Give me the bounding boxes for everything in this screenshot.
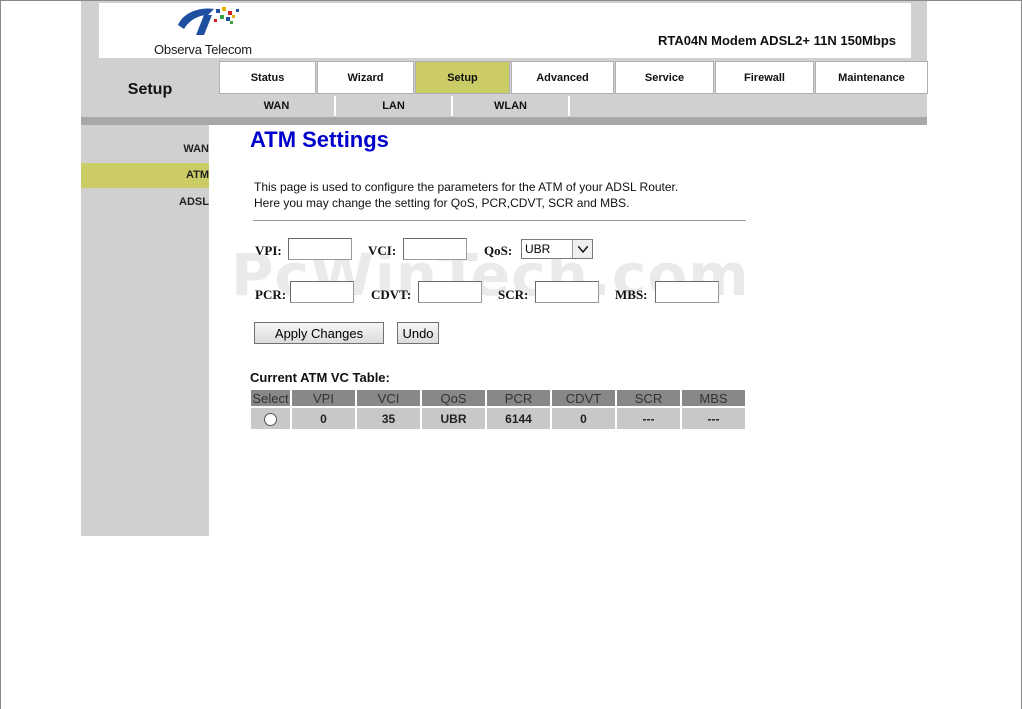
brand-logo: Observa Telecom xyxy=(154,5,264,57)
sidebar-item-adsl[interactable]: ADSL xyxy=(81,190,209,215)
subtab-wlan[interactable]: WLAN xyxy=(453,96,570,116)
qos-selected-value: UBR xyxy=(525,242,551,256)
vci-input[interactable] xyxy=(403,238,467,260)
table-row: 0 35 UBR 6144 0 --- --- xyxy=(251,408,745,429)
tab-firewall[interactable]: Firewall xyxy=(715,61,814,94)
tab-advanced[interactable]: Advanced xyxy=(511,61,614,94)
column-header-scr: SCR xyxy=(617,390,680,406)
cell-pcr: 6144 xyxy=(487,408,550,429)
qos-label: QoS: xyxy=(484,243,513,258)
divider xyxy=(253,220,746,221)
main-nav: Status Wizard Setup Advanced Service Fir… xyxy=(219,61,929,94)
cdvt-label: CDVT: xyxy=(371,287,412,302)
subtab-wan[interactable]: WAN xyxy=(219,96,336,116)
row-select-radio[interactable] xyxy=(264,412,277,426)
sidebar: WAN ATM ADSL xyxy=(81,125,209,536)
brand-name: Observa Telecom xyxy=(154,42,252,57)
description-line-1: This page is used to configure the param… xyxy=(254,180,679,194)
chevron-down-icon[interactable] xyxy=(572,240,592,258)
mbs-input[interactable] xyxy=(655,281,719,303)
select-cell xyxy=(251,408,290,429)
page-title: ATM Settings xyxy=(250,127,389,152)
cell-qos: UBR xyxy=(422,408,485,429)
tab-wizard[interactable]: Wizard xyxy=(317,61,414,94)
logo-icon xyxy=(178,7,239,35)
description-line-2: Here you may change the setting for QoS,… xyxy=(254,196,630,210)
column-header-pcr: PCR xyxy=(487,390,550,406)
page-description: This page is used to configure the param… xyxy=(254,179,678,211)
sub-nav: WAN LAN WLAN xyxy=(219,96,570,116)
nav-divider xyxy=(81,117,927,125)
scr-label: SCR: xyxy=(498,287,529,302)
cell-vci: 35 xyxy=(357,408,420,429)
atm-vc-table: Select VPI VCI QoS PCR CDVT SCR MBS 0 35… xyxy=(249,388,747,431)
mbs-label: MBS: xyxy=(615,287,648,302)
vci-label: VCI: xyxy=(368,243,397,258)
header: Observa Telecom RTA04N Modem ADSL2+ 11N … xyxy=(99,3,911,58)
model-name: RTA04N Modem ADSL2+ 11N 150Mbps xyxy=(657,33,896,48)
sidebar-item-wan[interactable]: WAN xyxy=(81,137,209,162)
table-header-row: Select VPI VCI QoS PCR CDVT SCR MBS xyxy=(251,390,745,406)
cell-vpi: 0 xyxy=(292,408,355,429)
column-header-vci: VCI xyxy=(357,390,420,406)
apply-changes-button[interactable]: Apply Changes xyxy=(254,322,384,344)
column-header-mbs: MBS xyxy=(682,390,745,406)
column-header-cdvt: CDVT xyxy=(552,390,615,406)
subtab-lan[interactable]: LAN xyxy=(336,96,453,116)
cell-mbs: --- xyxy=(682,408,745,429)
tab-setup[interactable]: Setup xyxy=(415,61,510,94)
scr-input[interactable] xyxy=(535,281,599,303)
column-header-qos: QoS xyxy=(422,390,485,406)
sidebar-item-atm[interactable]: ATM xyxy=(81,163,209,188)
qos-select[interactable]: UBR xyxy=(521,239,593,259)
cell-cdvt: 0 xyxy=(552,408,615,429)
tab-service[interactable]: Service xyxy=(615,61,714,94)
tab-maintenance[interactable]: Maintenance xyxy=(815,61,928,94)
pcr-input[interactable] xyxy=(290,281,354,303)
pcr-label: PCR: xyxy=(255,287,287,302)
column-header-vpi: VPI xyxy=(292,390,355,406)
tab-status[interactable]: Status xyxy=(219,61,316,94)
undo-button[interactable]: Undo xyxy=(397,322,439,344)
table-title: Current ATM VC Table: xyxy=(250,370,390,385)
cell-scr: --- xyxy=(617,408,680,429)
column-header-select: Select xyxy=(251,390,290,406)
vpi-label: VPI: xyxy=(255,243,282,258)
section-title: Setup xyxy=(127,80,173,98)
vpi-input[interactable] xyxy=(288,238,352,260)
cdvt-input[interactable] xyxy=(418,281,482,303)
